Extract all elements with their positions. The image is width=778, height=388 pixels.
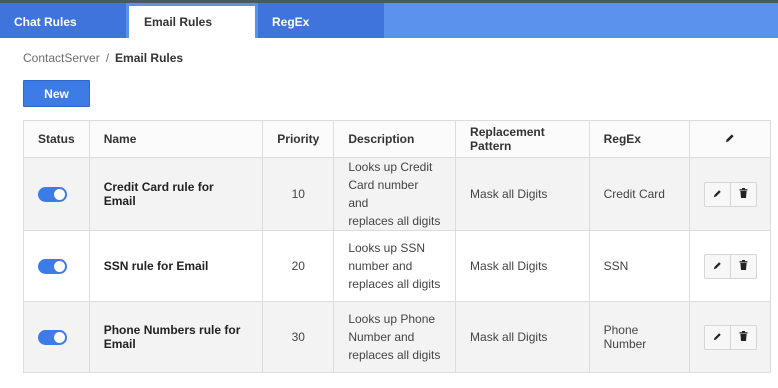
toggle-knob [54,260,65,272]
description-line: replaces all digits [348,348,441,362]
edit-button[interactable] [705,326,730,349]
edit-button[interactable] [705,183,730,206]
description-line: replaces all digits [348,277,441,291]
row-action-group [703,253,757,279]
description-line: number and [348,259,413,273]
rule-regex: Phone Number [588,301,691,373]
new-button[interactable]: New [23,80,90,107]
header-replacement-pattern[interactable]: Replacement Pattern [455,120,590,158]
rule-regex: SSN [588,230,691,302]
status-cell [23,157,90,231]
row-actions [689,230,771,302]
table-row: Credit Card rule for Email 10 Looks up Cre… [23,157,771,231]
toggle-knob [54,331,65,343]
tab-regex[interactable]: RegEx [258,3,384,38]
header-status[interactable]: Status [23,120,90,158]
trash-icon [739,330,748,344]
rule-regex: Credit Card [588,157,691,231]
toggle-knob [54,188,65,200]
row-action-group [703,181,757,207]
rule-replacement-pattern: Mask all Digits [455,157,590,231]
pencil-icon [713,187,722,201]
description-line: Looks up SSN [348,241,426,255]
rule-name: Credit Card rule for Email [88,157,264,231]
edit-button[interactable] [705,255,730,278]
table-row: Phone Numbers rule for Email 30 Looks up P… [23,301,771,373]
pencil-icon [713,259,722,273]
status-cell [23,301,90,373]
status-toggle[interactable] [38,186,67,202]
header-description[interactable]: Description [333,120,457,158]
description-line: Number and [348,330,415,344]
description-line: Card number and [348,178,419,210]
status-cell [23,230,90,302]
row-actions [689,157,771,231]
tab-email-rules[interactable]: Email Rules [129,6,255,38]
delete-button[interactable] [729,325,756,349]
pencil-icon [725,132,735,146]
rule-description: Looks up Phone Number and replaces all dig… [333,301,457,373]
table-header-row: Status Name Priority Description Replace… [23,120,771,158]
delete-button[interactable] [729,182,756,206]
header-priority[interactable]: Priority [262,120,335,158]
breadcrumb: ContactServer / Email Rules [23,51,183,65]
email-rules-table: Status Name Priority Description Replace… [23,120,771,373]
delete-button[interactable] [729,254,756,278]
status-toggle[interactable] [38,329,67,345]
tab-chat-rules[interactable]: Chat Rules [0,3,126,38]
row-action-group [703,324,757,350]
pencil-icon [713,330,722,344]
rule-description: Looks up Credit Card number and replaces a… [333,157,457,231]
header-actions [689,120,771,158]
row-actions [689,301,771,373]
description-line: replaces all digits [348,214,441,228]
rule-replacement-pattern: Mask all Digits [455,230,590,302]
status-toggle[interactable] [38,258,67,274]
header-name[interactable]: Name [88,120,264,158]
rule-name: SSN rule for Email [88,230,264,302]
description-line: Looks up Phone [348,312,436,326]
breadcrumb-separator: / [105,51,110,65]
rule-name: Phone Numbers rule for Email [88,301,264,373]
breadcrumb-parent[interactable]: ContactServer [23,51,100,65]
rule-replacement-pattern: Mask all Digits [455,301,590,373]
header-regex[interactable]: RegEx [588,120,691,158]
rule-priority: 10 [262,157,335,231]
description-line: Looks up Credit [348,160,433,174]
breadcrumb-current: Email Rules [115,51,184,65]
trash-icon [739,259,748,273]
rule-priority: 20 [262,230,335,302]
table-row: SSN rule for Email 20 Looks up SSN number a… [23,230,771,302]
rule-description: Looks up SSN number and replaces all digit… [333,230,457,302]
rule-priority: 30 [262,301,335,373]
trash-icon [739,187,748,201]
